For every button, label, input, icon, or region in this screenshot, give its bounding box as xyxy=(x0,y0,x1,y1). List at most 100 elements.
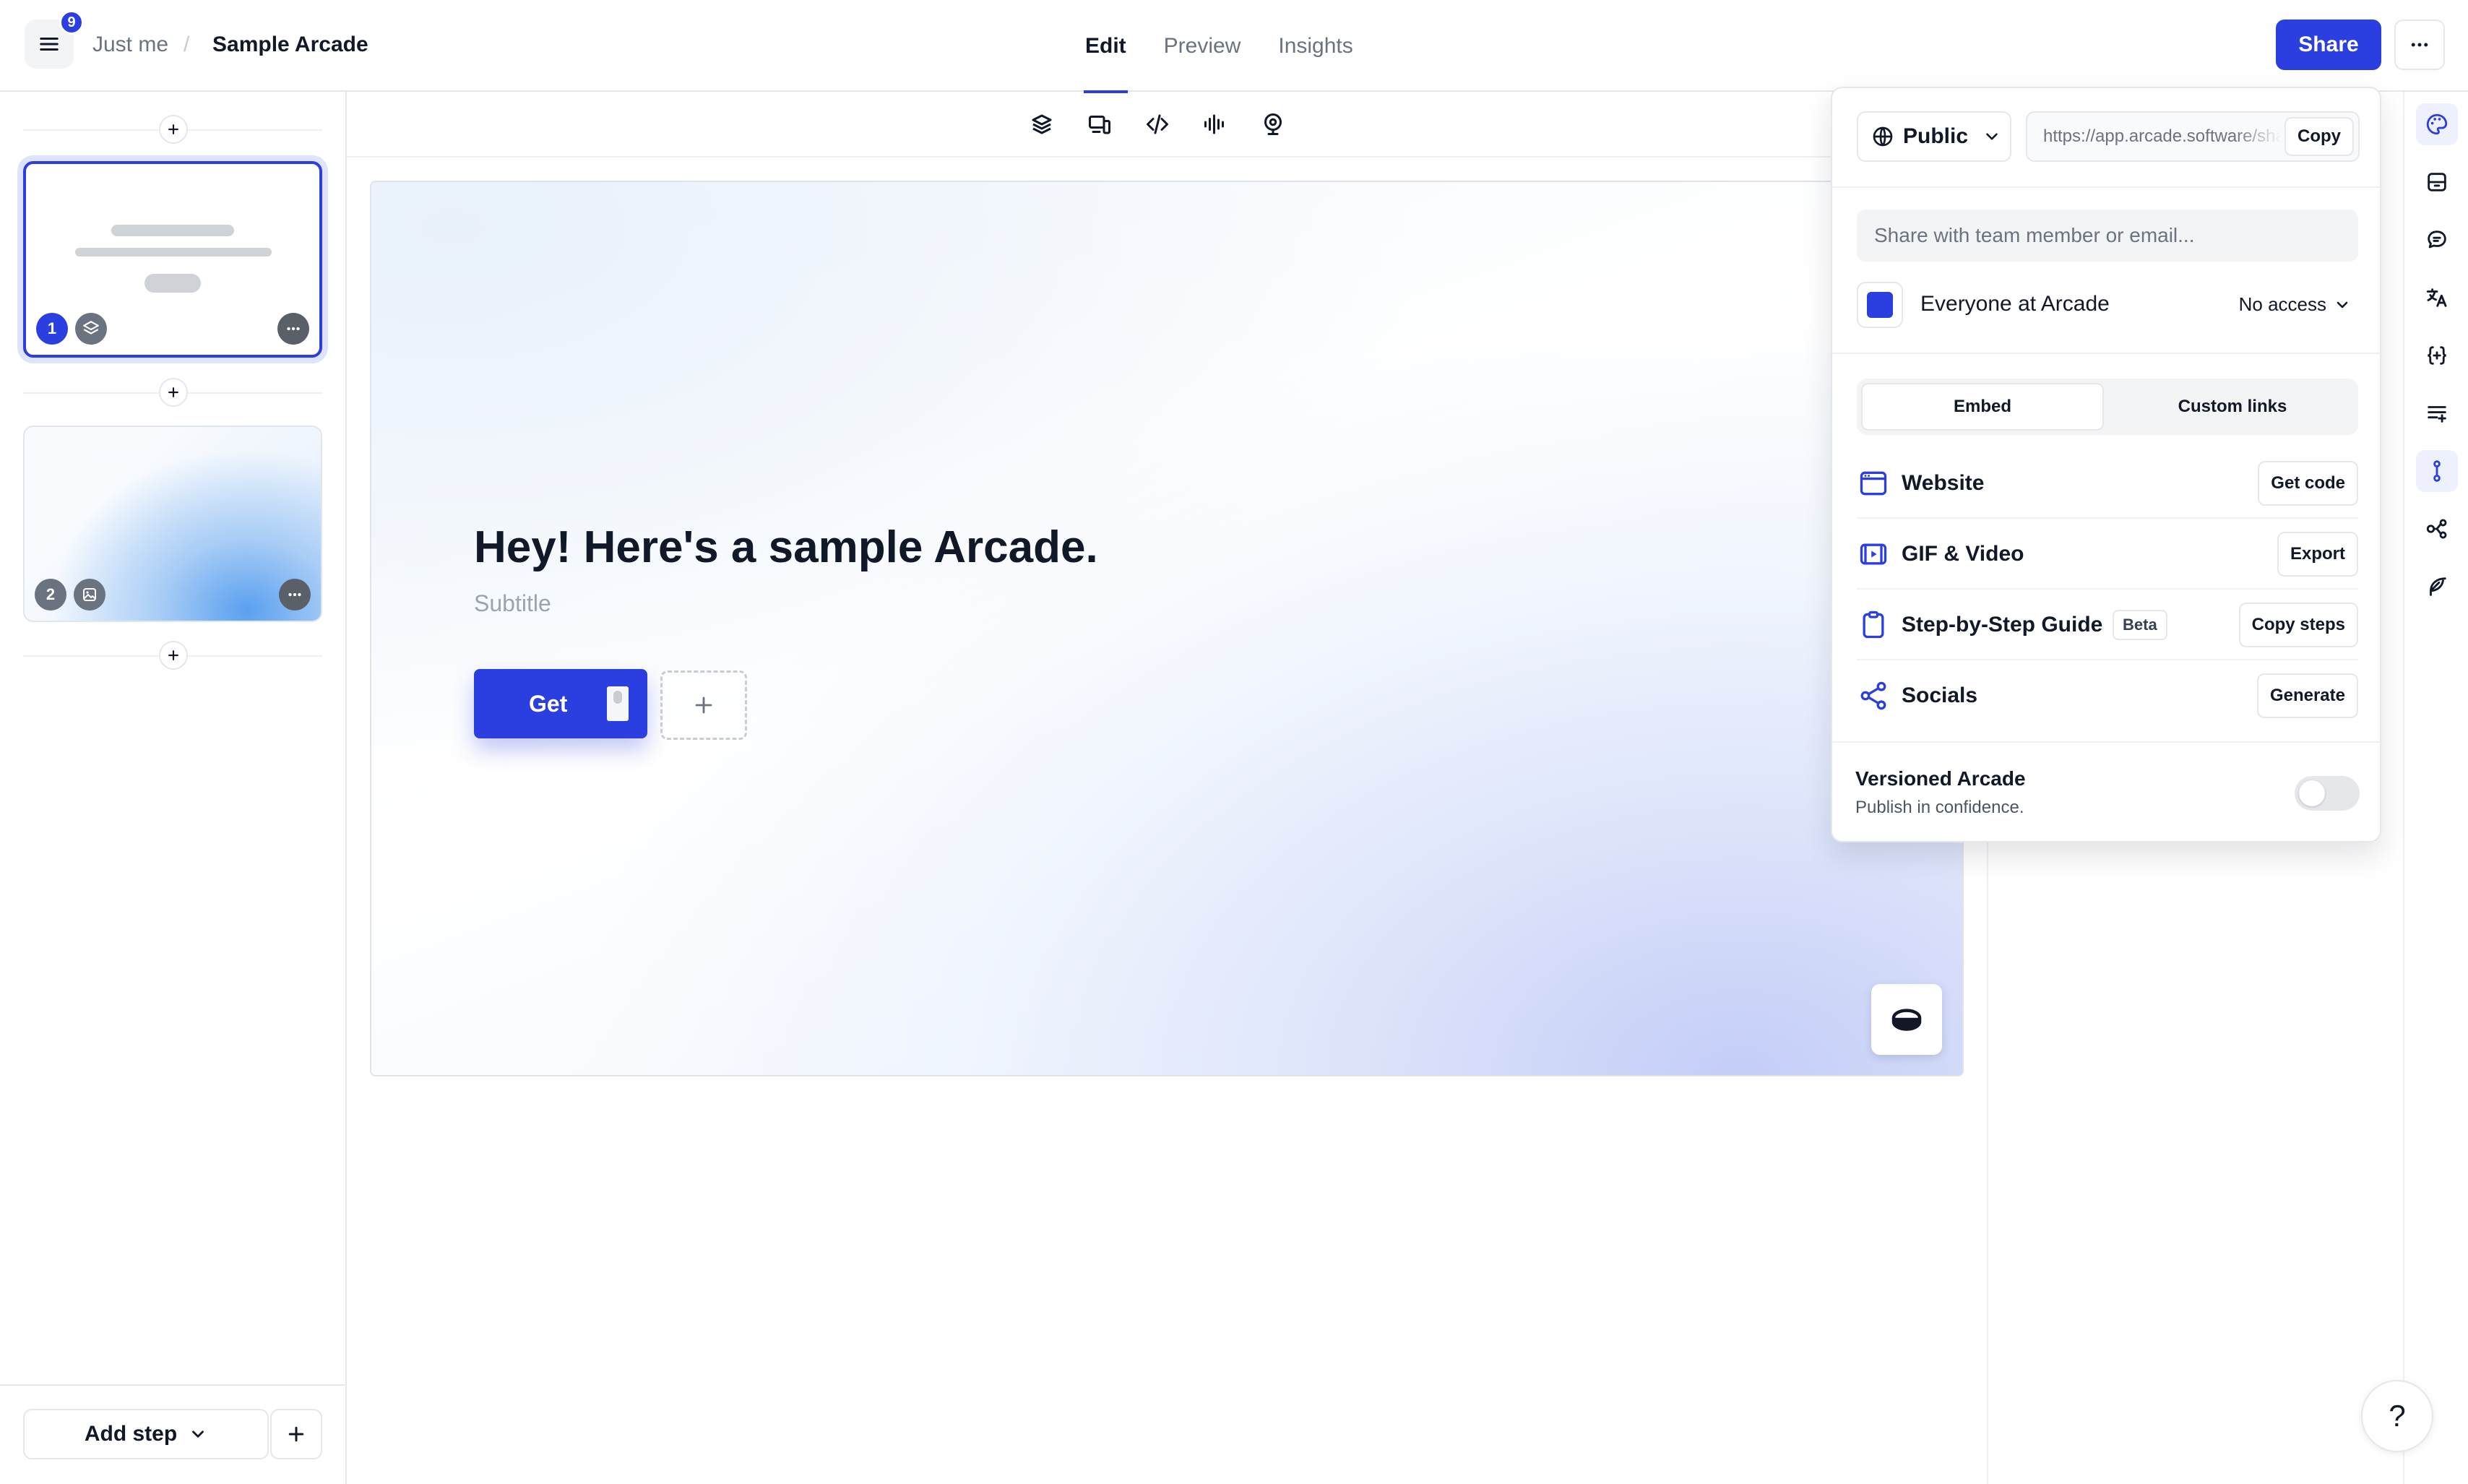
generate-button[interactable]: Generate xyxy=(2256,673,2358,718)
cta-label: Get xyxy=(529,691,568,717)
comment-icon xyxy=(2428,230,2446,249)
canvas-toolbar xyxy=(1026,108,1289,140)
publish-button[interactable] xyxy=(2416,566,2458,608)
flow-button[interactable] xyxy=(2416,508,2458,550)
mode-tabs: Edit Preview Insights xyxy=(1084,0,1355,93)
share-nodes-icon xyxy=(1857,679,1890,712)
visibility-select[interactable]: Public xyxy=(1857,111,2011,162)
plus-icon xyxy=(168,387,178,397)
step-canvas[interactable]: Hey! Here's a sample Arcade. Subtitle Ge… xyxy=(370,181,1964,1077)
add-step-button[interactable]: Add step xyxy=(23,1409,269,1459)
share-option-label: Socials xyxy=(1902,683,1978,707)
step-subtitle[interactable]: Subtitle xyxy=(474,590,551,617)
cta-button[interactable]: Get xyxy=(474,669,647,738)
org-avatar xyxy=(1857,282,1903,328)
flow-icon xyxy=(2426,519,2447,539)
share-option-website: Website Get code xyxy=(1857,448,2358,519)
share-url-field[interactable]: https://app.arcade.software/share/sample… xyxy=(2026,111,2360,162)
org-access-row: Everyone at Arcade No access xyxy=(1857,282,2358,328)
globe-icon xyxy=(1873,126,1893,147)
top-bar: 9 Just me / Sample Arcade Edit Preview I… xyxy=(0,0,2468,93)
more-options-button[interactable] xyxy=(2394,20,2445,70)
path-button[interactable] xyxy=(2416,450,2458,492)
ellipsis-icon xyxy=(288,592,301,597)
popover-divider xyxy=(1832,741,2380,743)
insert-step-button[interactable] xyxy=(159,378,188,407)
breadcrumb-arcade-name[interactable]: Sample Arcade xyxy=(212,29,368,61)
translate-button[interactable] xyxy=(2416,277,2458,319)
share-popover: Public https://app.arcade.software/share… xyxy=(1831,87,2381,842)
invite-email-input[interactable] xyxy=(1857,210,2358,262)
share-option-gif-video: GIF & Video Export xyxy=(1857,519,2358,590)
insert-step-button[interactable] xyxy=(159,115,188,144)
versioned-subtitle: Publish in confidence. xyxy=(1855,798,2024,817)
step-more-button[interactable] xyxy=(277,313,309,345)
code-icon xyxy=(1147,114,1168,134)
export-button[interactable]: Export xyxy=(2277,532,2358,577)
tab-insights[interactable]: Insights xyxy=(1277,0,1354,92)
share-option-socials: Socials Generate xyxy=(1857,660,2358,731)
plus-icon xyxy=(288,1426,304,1442)
step-type-badge xyxy=(74,579,105,611)
visibility-value: Public xyxy=(1903,124,1969,148)
chapters-icon xyxy=(2428,406,2446,423)
step-number-badge: 2 xyxy=(35,579,66,611)
breadcrumb-separator: / xyxy=(184,33,190,56)
add-button-element[interactable] xyxy=(660,670,747,740)
plus-icon xyxy=(695,696,712,714)
audio-tool-button[interactable] xyxy=(1199,108,1231,140)
step-title[interactable]: Hey! Here's a sample Arcade. xyxy=(474,522,1098,573)
share-option-label: GIF & Video xyxy=(1902,542,2024,566)
path-icon xyxy=(2433,460,2441,482)
share-button[interactable]: Share xyxy=(2276,20,2381,70)
step-more-button[interactable] xyxy=(279,579,311,611)
variables-button[interactable] xyxy=(2416,335,2458,376)
tab-embed[interactable]: Embed xyxy=(1861,383,2104,431)
popover-divider xyxy=(1832,186,2380,188)
tab-preview[interactable]: Preview xyxy=(1162,0,1243,92)
help-button[interactable]: ? xyxy=(2361,1380,2433,1452)
step-thumbnail[interactable]: 2 xyxy=(23,426,322,622)
step-number-badge: 1 xyxy=(36,313,68,345)
share-option-label: Website xyxy=(1902,471,1985,495)
copy-url-button[interactable]: Copy xyxy=(2284,117,2354,156)
webcam-tool-button[interactable] xyxy=(1257,108,1289,140)
breadcrumb-workspace[interactable]: Just me xyxy=(92,29,168,61)
get-code-button[interactable]: Get code xyxy=(2258,461,2358,506)
archive-button[interactable] xyxy=(2416,161,2458,203)
notification-badge: 9 xyxy=(59,10,84,35)
devices-tool-button[interactable] xyxy=(1084,108,1116,140)
hamburger-icon xyxy=(40,38,59,51)
share-option-label: Step-by-Step Guide xyxy=(1902,613,2103,637)
versioned-toggle[interactable] xyxy=(2295,776,2360,811)
code-tool-button[interactable] xyxy=(1142,108,1173,140)
ellipsis-icon xyxy=(287,327,300,331)
comments-button[interactable] xyxy=(2416,219,2458,261)
popover-divider xyxy=(1832,353,2380,354)
clipboard-icon xyxy=(1857,608,1890,642)
tab-custom-links[interactable]: Custom links xyxy=(2111,383,2354,431)
audio-waveform-icon xyxy=(1204,114,1224,134)
org-access-select[interactable]: No access xyxy=(2239,293,2351,316)
variables-icon xyxy=(2428,346,2446,365)
copy-steps-button[interactable]: Copy steps xyxy=(2238,603,2358,647)
chapters-button[interactable] xyxy=(2416,392,2458,434)
tab-edit[interactable]: Edit xyxy=(1084,0,1128,93)
step-thumbnail[interactable]: 1 xyxy=(23,161,322,358)
sidebar-footer: Add step xyxy=(0,1384,345,1484)
thumbnail-title-placeholder xyxy=(111,225,234,236)
layers-icon xyxy=(83,321,99,335)
layers-icon xyxy=(1032,114,1052,134)
webcam-icon xyxy=(1264,113,1282,135)
archive-icon xyxy=(2428,173,2446,191)
step-type-badge xyxy=(75,313,107,345)
quick-add-step-button[interactable] xyxy=(270,1409,322,1459)
background-style-button[interactable] xyxy=(1871,984,1942,1055)
ellipsis-icon xyxy=(2411,43,2428,47)
right-tool-rail xyxy=(2403,92,2468,1484)
share-url: https://app.arcade.software/share/sample xyxy=(2043,126,2282,146)
insert-step-button[interactable] xyxy=(159,641,188,670)
layers-tool-button[interactable] xyxy=(1026,108,1058,140)
image-icon xyxy=(83,588,96,601)
theme-button[interactable] xyxy=(2416,103,2458,145)
